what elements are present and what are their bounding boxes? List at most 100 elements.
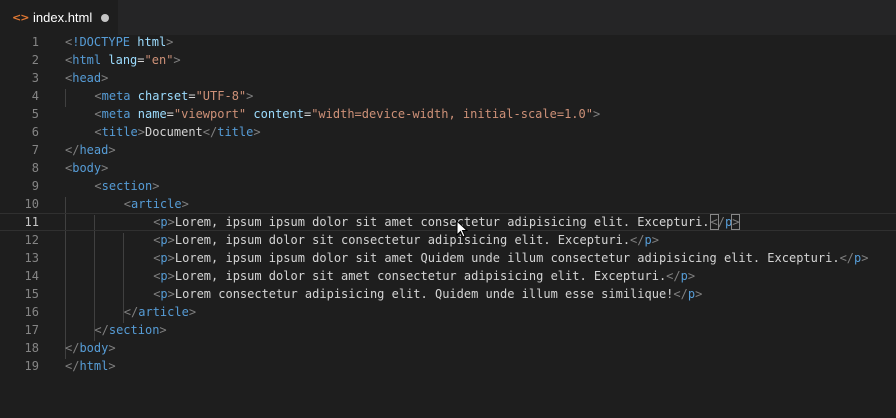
tag-token: article xyxy=(131,197,182,211)
line-number: 16 xyxy=(24,305,39,319)
code-line[interactable]: 10 <article> xyxy=(0,195,896,213)
bracket-token: < xyxy=(94,107,102,121)
code-line[interactable]: 11 <p>Lorem, ipsum ipsum dolor sit amet c… xyxy=(0,213,896,231)
code-line[interactable]: 9 <section> xyxy=(0,177,896,195)
html-file-icon: <> xyxy=(12,11,29,24)
tag-token: title xyxy=(101,125,138,139)
attribute-token: charset xyxy=(137,89,189,103)
text-token: Lorem, ipsum dolor sit amet consectetur … xyxy=(174,269,667,283)
tag-token: p xyxy=(160,215,168,229)
bracket-token: > xyxy=(861,251,869,265)
text-token: Lorem, ipsum ipsum dolor sit amet Quidem… xyxy=(174,251,840,265)
code-line[interactable]: 8 <body> xyxy=(0,159,896,177)
tag-token: body xyxy=(79,341,109,355)
line-number: 6 xyxy=(31,125,39,139)
bracket-token: > xyxy=(687,269,696,283)
bracket-token: > xyxy=(246,89,254,103)
bracket-token: > xyxy=(188,305,197,319)
string-token: "width=device-width, initial-scale=1.0" xyxy=(311,107,593,121)
modified-dot-icon[interactable] xyxy=(101,13,110,22)
string-token: "viewport" xyxy=(173,107,247,121)
tag-token: p xyxy=(644,233,652,247)
code-content: <title>Document</title> xyxy=(94,123,260,141)
code-line[interactable]: 2 <html lang="en"> xyxy=(0,51,896,69)
tab-filename: index.html xyxy=(33,10,93,25)
bracket-token: </ xyxy=(65,359,80,373)
tag-token: html xyxy=(79,359,109,373)
bracket-token: > xyxy=(108,341,116,355)
bracket-token: > xyxy=(108,359,116,373)
text-token: Document xyxy=(144,125,203,139)
code-content: <p>Lorem, ipsum dolor sit consectetur ad… xyxy=(153,231,659,249)
bracket-token: > xyxy=(167,215,175,229)
tag-token: article xyxy=(138,305,189,319)
code-content: </section> xyxy=(94,321,166,339)
bracket-token: < xyxy=(94,179,102,193)
tag-token: head xyxy=(72,71,102,85)
bracket-token: / xyxy=(717,215,725,229)
line-number: 7 xyxy=(31,143,39,157)
code-content: <head> xyxy=(65,69,108,87)
tag-token: p xyxy=(687,287,696,301)
code-content: </body> xyxy=(65,339,116,357)
bracket-token: </ xyxy=(94,323,109,337)
tag-token: body xyxy=(72,161,102,175)
line-number: 9 xyxy=(31,179,39,193)
bracket-token: > xyxy=(152,179,160,193)
bracket-token: > xyxy=(167,251,175,265)
tag-token: title xyxy=(217,125,254,139)
code-line[interactable]: 16 </article> xyxy=(0,303,896,321)
tag-token: section xyxy=(108,323,160,337)
code-line[interactable]: 19 </html> xyxy=(0,357,896,375)
attribute-token: name xyxy=(137,107,167,121)
code-line[interactable]: 15 <p>Lorem consectetur adipisicing elit.… xyxy=(0,285,896,303)
line-number: 8 xyxy=(31,161,39,175)
code-line[interactable]: 5 <meta name="viewport" content="width=de… xyxy=(0,105,896,123)
bracket-token: > xyxy=(167,233,175,247)
bracket-token: > xyxy=(167,287,175,301)
tag-token: p xyxy=(160,287,168,301)
text-token: Lorem, ipsum ipsum dolor sit amet consec… xyxy=(174,215,710,229)
code-content: <p>Lorem, ipsum dolor sit amet consectet… xyxy=(153,267,695,285)
bracket-token: > xyxy=(173,53,181,67)
tag-token: head xyxy=(79,143,109,157)
code-content: </head> xyxy=(65,141,116,159)
code-line[interactable]: 14 <p>Lorem, ipsum dolor sit amet consect… xyxy=(0,267,896,285)
bracket-token: </ xyxy=(666,269,681,283)
tag-token: meta xyxy=(101,89,131,103)
code-line[interactable]: 1 <!DOCTYPE html> xyxy=(0,33,896,51)
bracket-token: > xyxy=(695,287,703,301)
bracket-token: < xyxy=(94,125,102,139)
bracket-token: > xyxy=(651,233,659,247)
tag-token: p xyxy=(160,233,168,247)
tag-token: html xyxy=(72,53,102,67)
matched-bracket: > xyxy=(731,214,741,230)
code-content: <p>Lorem, ipsum ipsum dolor sit amet Qui… xyxy=(153,249,868,267)
code-content: <!DOCTYPE html> xyxy=(65,33,173,51)
code-line[interactable]: 7 </head> xyxy=(0,141,896,159)
code-line[interactable]: 18 </body> xyxy=(0,339,896,357)
code-line[interactable]: 17 </section> xyxy=(0,321,896,339)
tag-token: !DOCTYPE xyxy=(72,35,131,49)
bracket-token: > xyxy=(137,125,145,139)
code-content: <p>Lorem consectetur adipisicing elit. Q… xyxy=(153,285,702,303)
line-number: 3 xyxy=(31,71,39,85)
code-line[interactable]: 13 <p>Lorem, ipsum ipsum dolor sit amet Q… xyxy=(0,249,896,267)
code-content: <meta charset="UTF-8"> xyxy=(94,87,253,105)
bracket-token: </ xyxy=(673,287,688,301)
code-line[interactable]: 12 <p>Lorem, ipsum dolor sit consectetur … xyxy=(0,231,896,249)
code-content: <html lang="en"> xyxy=(65,51,181,69)
code-line[interactable]: 4 <meta charset="UTF-8"> xyxy=(0,87,896,105)
line-number: 4 xyxy=(31,89,39,103)
string-token: "en" xyxy=(144,53,174,67)
attribute-token: lang xyxy=(108,53,138,67)
tab-index-html[interactable]: <> index.html xyxy=(0,0,118,35)
bracket-token: > xyxy=(101,71,109,85)
code-line[interactable]: 3 <head> xyxy=(0,69,896,87)
tag-token: p xyxy=(160,269,168,283)
code-line[interactable]: 6 <title>Document</title> xyxy=(0,123,896,141)
code-editor[interactable]: 1 <!DOCTYPE html> 2 <html lang="en"> 3 <head>… xyxy=(0,35,896,418)
matched-bracket: < xyxy=(709,214,719,230)
tag-token: p xyxy=(680,269,688,283)
